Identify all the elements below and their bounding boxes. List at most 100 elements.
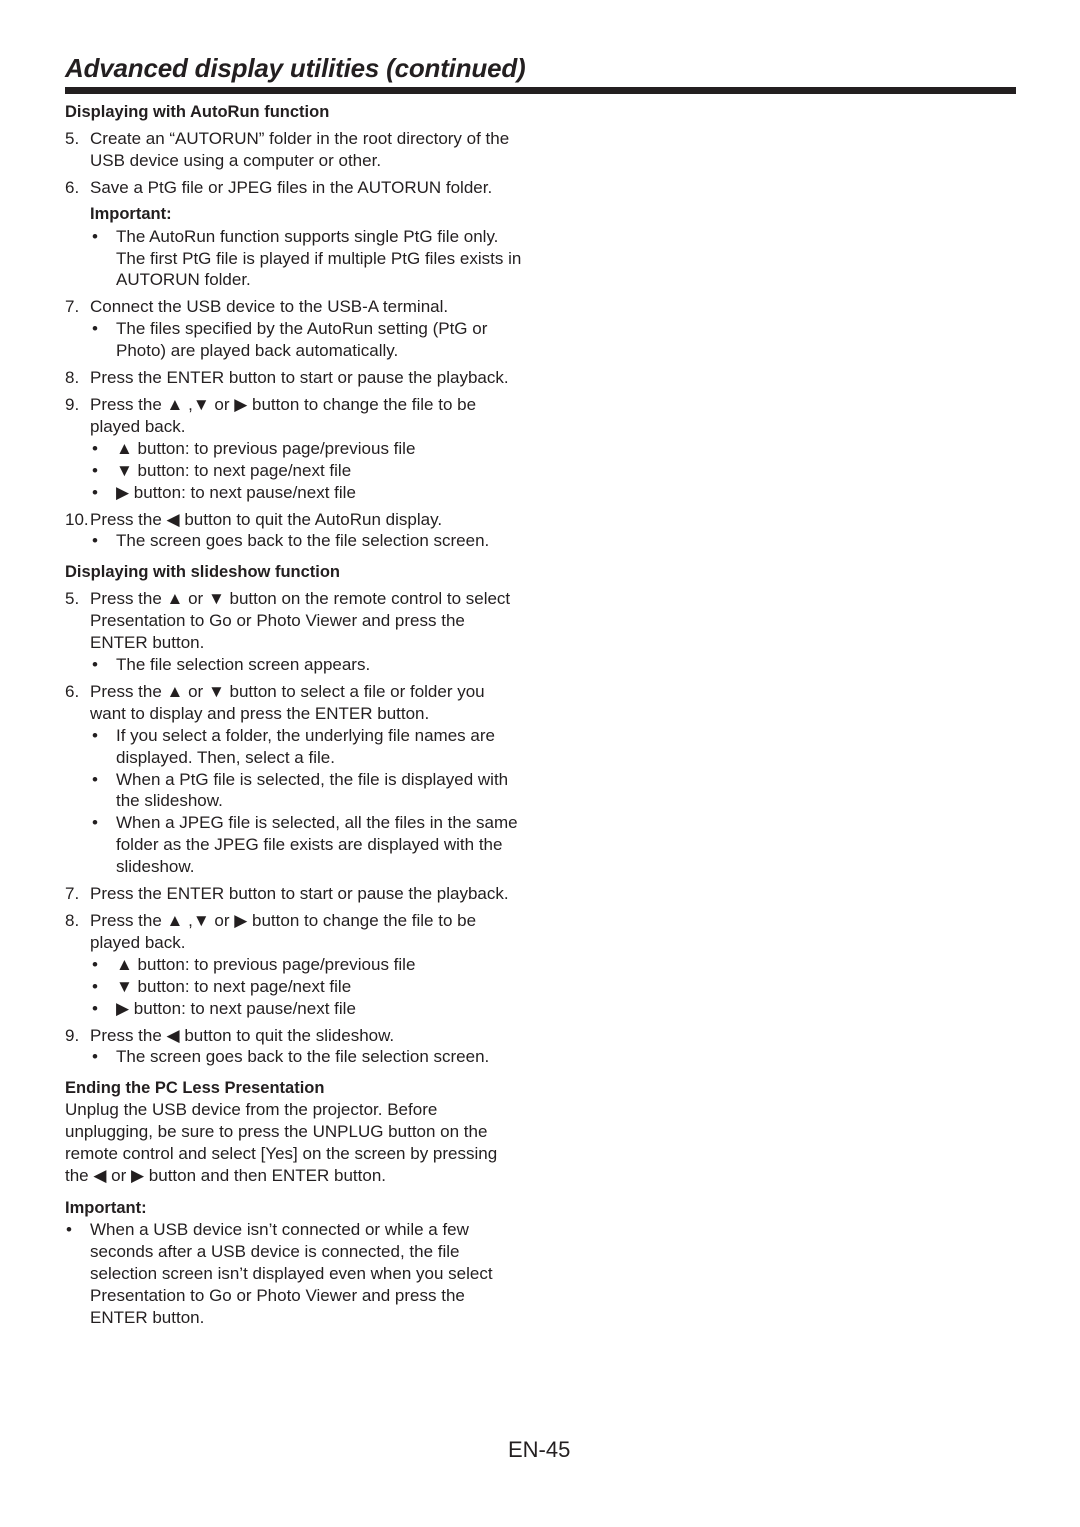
bullet-icon: •: [66, 1219, 72, 1239]
bullet-icon: •: [92, 460, 98, 480]
bullet-text: The files specified by the AutoRun setti…: [116, 319, 488, 361]
bullet-text: When a USB device isn’t connected or whi…: [90, 1219, 493, 1327]
step-text: or: [183, 589, 208, 609]
bullet-text: The file selection screen appears.: [116, 655, 371, 675]
up-arrow-icon: ▲: [166, 681, 184, 701]
step-number: 5.: [65, 129, 80, 148]
step-text: ,: [183, 911, 193, 930]
step-text: Press the ENTER button to start or pause…: [90, 368, 509, 388]
ending-section: Ending the PC Less Presentation Unplug t…: [65, 1077, 525, 1328]
down-arrow-icon: ▼: [116, 460, 133, 480]
title-rule: [65, 87, 1016, 94]
step: 9. Press the ▲ ,▼ or ▶ button to change …: [65, 394, 525, 438]
right-arrow-icon: ▶: [234, 911, 248, 930]
right-arrow-icon: ▶: [116, 998, 130, 1018]
section-heading-slideshow: Displaying with slideshow function: [65, 563, 341, 582]
bullet-icon: •: [92, 1047, 98, 1067]
step: 6. Save a PtG file or JPEG files in the …: [65, 177, 525, 199]
up-arrow-icon: ▲: [166, 911, 184, 930]
bullet-item: • The AutoRun function supports single P…: [65, 226, 525, 292]
bullet-icon: •: [92, 655, 98, 675]
step-number: 8.: [65, 368, 80, 388]
paragraph-text: button and then ENTER button.: [144, 1166, 387, 1186]
bullet-text: button: to next page/next file: [132, 976, 352, 996]
step-number: 6.: [65, 177, 80, 197]
step-text: button to quit the slideshow.: [179, 1025, 395, 1045]
right-arrow-icon: ▶: [131, 1166, 145, 1186]
paragraph-text: or: [106, 1166, 131, 1186]
important-label: Important:: [65, 1198, 147, 1217]
bullet-item: • The screen goes back to the file selec…: [65, 1046, 525, 1068]
step-number: 10.: [65, 509, 89, 529]
step-number: 6.: [65, 681, 80, 701]
step-number: 9.: [65, 394, 80, 414]
bullet-item: • When a PtG file is selected, the file …: [65, 769, 525, 813]
autorun-section: Displaying with AutoRun function 5. Crea…: [65, 101, 525, 552]
step-text: Press the: [90, 589, 167, 609]
bullet-item: • The screen goes back to the file selec…: [65, 530, 525, 552]
step-number: 7.: [65, 884, 80, 904]
bullet-text: The screen goes back to the file selecti…: [116, 531, 490, 551]
right-arrow-icon: ▶: [234, 394, 248, 414]
bullet-item: • When a JPEG file is selected, all the …: [65, 812, 525, 878]
bullet-icon: •: [92, 226, 98, 246]
bullet-text: The AutoRun function supports single PtG…: [116, 226, 522, 290]
bullet-item: • ▼ button: to next page/next file: [65, 976, 525, 998]
bullet-text: button: to next pause/next file: [129, 998, 356, 1018]
bullet-text: button: to previous page/previous file: [132, 438, 416, 458]
step-text: Press the ENTER button to start or pause…: [90, 884, 509, 904]
step-text: Connect the USB device to the USB-A term…: [90, 297, 449, 317]
page-number: EN-45: [508, 1437, 571, 1462]
left-arrow-icon: ◀: [166, 1025, 180, 1045]
bullet-icon: •: [92, 482, 98, 502]
content-column: Displaying with AutoRun function 5. Crea…: [65, 101, 525, 1329]
slideshow-section: Displaying with slideshow function 5. Pr…: [65, 561, 525, 1068]
step: 7. Connect the USB device to the USB-A t…: [65, 296, 525, 318]
step-number: 8.: [65, 911, 80, 930]
bullet-icon: •: [92, 319, 98, 339]
step: 7. Press the ENTER button to start or pa…: [65, 883, 525, 905]
step-text: Press the: [90, 681, 167, 701]
up-arrow-icon: ▲: [116, 954, 133, 974]
bullet-text: The screen goes back to the file selecti…: [116, 1047, 490, 1067]
bullet-text: button: to next pause/next file: [129, 482, 356, 502]
bullet-text: button: to next page/next file: [132, 460, 352, 480]
step-text: Save a PtG file or JPEG files in the AUT…: [90, 177, 493, 197]
up-arrow-icon: ▲: [166, 589, 184, 609]
left-arrow-icon: ◀: [166, 509, 180, 529]
step-text: Create an “AUTORUN” folder in the root d…: [90, 129, 510, 170]
step-text: or: [183, 681, 208, 701]
section-heading-ending: Ending the PC Less Presentation: [65, 1079, 325, 1098]
bullet-item: • When a USB device isn’t connected or w…: [65, 1219, 525, 1329]
up-arrow-icon: ▲: [166, 394, 184, 414]
step: 5. Press the ▲ or ▼ button on the remote…: [65, 588, 525, 654]
step-text: Press the: [90, 509, 167, 529]
right-arrow-icon: ▶: [116, 482, 130, 502]
bullet-item: • The file selection screen appears.: [65, 654, 525, 676]
down-arrow-icon: ▼: [207, 681, 225, 701]
step-text: Press the: [90, 1025, 167, 1045]
bullet-icon: •: [92, 954, 98, 974]
bullet-icon: •: [92, 769, 98, 789]
bullet-item: • ▲ button: to previous page/previous fi…: [65, 438, 525, 460]
step: 10. Press the ◀ button to quit the AutoR…: [65, 509, 525, 531]
step: 6. Press the ▲ or ▼ button to select a f…: [65, 681, 525, 725]
bullet-item: • The files specified by the AutoRun set…: [65, 318, 525, 362]
step-text: or: [209, 394, 235, 414]
section-heading-autorun: Displaying with AutoRun function: [65, 103, 330, 121]
bullet-item: • If you select a folder, the underlying…: [65, 725, 525, 769]
down-arrow-icon: ▼: [116, 976, 133, 996]
step-text: or: [209, 911, 235, 930]
step-text: button to quit the AutoRun display.: [179, 509, 443, 529]
bullet-text: When a PtG file is selected, the file is…: [116, 769, 509, 811]
bullet-item: • ▼ button: to next page/next file: [65, 460, 525, 482]
ending-paragraph: Unplug the USB device from the projector…: [65, 1099, 525, 1187]
bullet-icon: •: [92, 998, 98, 1018]
bullet-icon: •: [92, 976, 98, 996]
bullet-icon: •: [92, 438, 98, 458]
step: 5. Create an “AUTORUN” folder in the roo…: [65, 128, 525, 172]
step-text: ,: [183, 394, 193, 414]
bullet-icon: •: [92, 813, 98, 833]
step-text: Press the: [90, 394, 167, 414]
bullet-text: When a JPEG file is selected, all the fi…: [116, 813, 518, 877]
